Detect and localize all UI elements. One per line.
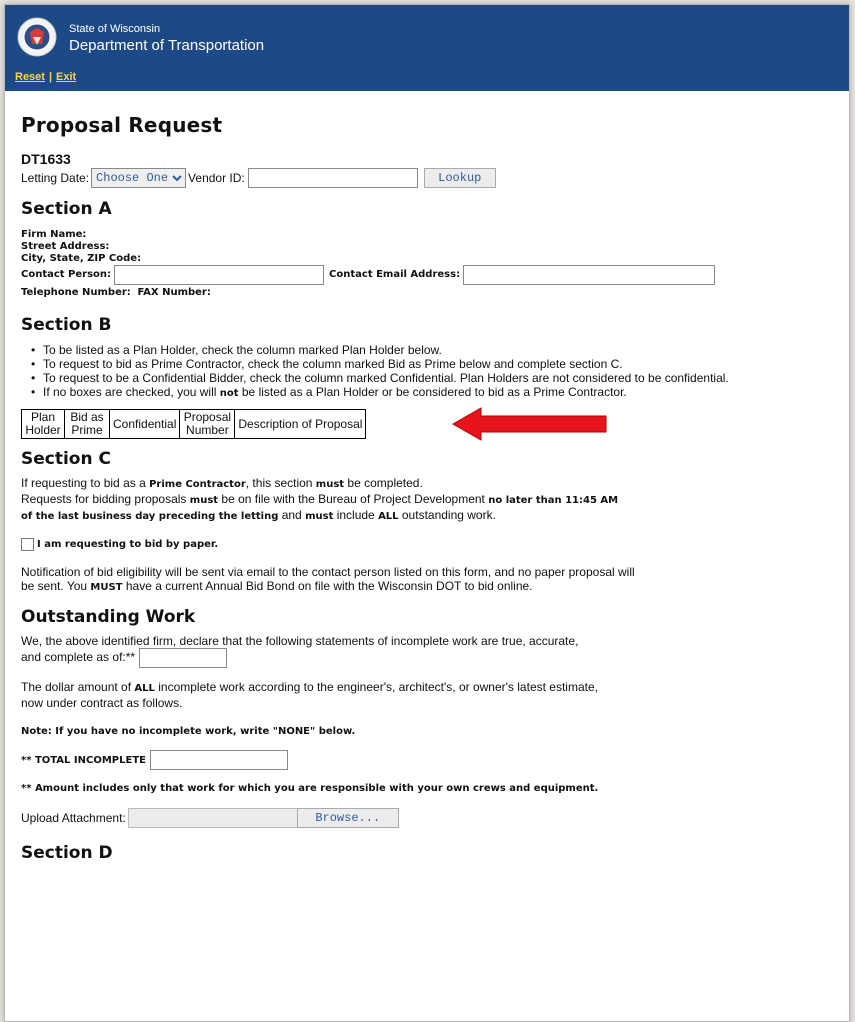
vendor-id-label: Vendor ID: bbox=[188, 171, 245, 185]
instruction-text: be listed as a Plan Holder or be conside… bbox=[238, 385, 627, 399]
col-proposal-number: Proposal Number bbox=[179, 409, 236, 439]
text-span: be completed. bbox=[344, 476, 423, 490]
text-span: be on file with the Bureau of Project De… bbox=[218, 492, 489, 506]
phone-fax-row: Telephone Number: FAX Number: bbox=[21, 285, 849, 299]
text-emphasis: Prime Contractor bbox=[149, 479, 246, 490]
section-d-title: Section D bbox=[21, 843, 113, 863]
browser-window: State of Wisconsin Department of Transpo… bbox=[4, 4, 850, 1022]
upload-row: Upload Attachment: Browse... bbox=[21, 808, 849, 828]
section-b-instructions: To be listed as a Plan Holder, check the… bbox=[21, 343, 849, 401]
paper-bid-checkbox[interactable] bbox=[21, 538, 34, 551]
text-span: now under contract as follows. bbox=[21, 696, 183, 710]
text-span: be sent. You bbox=[21, 579, 91, 593]
form-id: DT1633 bbox=[21, 151, 71, 167]
text-span: outstanding work. bbox=[398, 508, 496, 522]
paper-bid-label: I am requesting to bid by paper. bbox=[37, 539, 219, 550]
text-emphasis: ALL bbox=[134, 683, 155, 694]
fax-label: FAX Number: bbox=[137, 287, 211, 298]
text-span: If requesting to bid as a bbox=[21, 476, 150, 490]
contact-email-input[interactable] bbox=[463, 265, 716, 285]
total-incomplete-label: ** TOTAL INCOMPLETE bbox=[21, 754, 146, 766]
section-a-title: Section A bbox=[21, 199, 112, 219]
as-of-date-input[interactable] bbox=[139, 648, 228, 668]
contact-person-label: Contact Person: bbox=[21, 269, 112, 280]
section-c-intro: If requesting to bid as a Prime Contract… bbox=[21, 476, 849, 524]
text-span: have a current Annual Bid Bond on file w… bbox=[122, 579, 533, 593]
section-b-title: Section B bbox=[21, 315, 112, 335]
instruction-item: If no boxes are checked, you will not be… bbox=[31, 385, 849, 401]
firm-name-label: Firm Name: bbox=[21, 229, 87, 240]
exit-link[interactable]: Exit bbox=[56, 71, 76, 83]
eligibility-notice: Notification of bid eligibility will be … bbox=[21, 565, 849, 595]
amount-note: ** Amount includes only that work for wh… bbox=[21, 783, 599, 794]
none-note: Note: If you have no incomplete work, wr… bbox=[21, 726, 356, 737]
text-span: , this section bbox=[245, 476, 316, 490]
street-address-label: Street Address: bbox=[21, 241, 110, 252]
col-bid-as-prime: Bid as Prime bbox=[64, 409, 110, 439]
browse-button[interactable]: Browse... bbox=[296, 808, 399, 828]
text-emphasis: must bbox=[315, 479, 345, 490]
instruction-text: If no boxes are checked, you will bbox=[43, 385, 220, 399]
upload-label: Upload Attachment: bbox=[21, 811, 126, 825]
page-title: Proposal Request bbox=[21, 113, 223, 137]
nav-separator: | bbox=[48, 71, 53, 83]
instruction-item: To be listed as a Plan Holder, check the… bbox=[31, 343, 849, 357]
table-header-row: Plan Holder Bid as Prime Confidential Pr… bbox=[21, 409, 367, 439]
text-emphasis: of the last business day preceding the l… bbox=[21, 511, 279, 522]
section-c-title: Section C bbox=[21, 449, 111, 469]
plan-table-area: Plan Holder Bid as Prime Confidential Pr… bbox=[21, 407, 849, 441]
letting-date-select[interactable]: Choose One bbox=[91, 168, 187, 188]
instruction-item: To request to be a Confidential Bidder, … bbox=[31, 371, 849, 385]
dollar-amount-text: The dollar amount of ALL incomplete work… bbox=[21, 680, 849, 710]
wisconsin-dot-seal-icon bbox=[17, 17, 57, 57]
text-span: and complete as of:** bbox=[21, 650, 136, 665]
upload-filename-field[interactable] bbox=[127, 808, 298, 828]
red-arrow-icon bbox=[451, 407, 607, 441]
text-span: incomplete work according to the enginee… bbox=[154, 680, 598, 694]
text-emphasis: ALL bbox=[378, 511, 399, 522]
text-emphasis: must bbox=[189, 495, 219, 506]
city-state-zip-label: City, State, ZIP Code: bbox=[21, 253, 142, 264]
outstanding-work-title: Outstanding Work bbox=[21, 607, 196, 627]
text-emphasis: no later than 11:45 AM bbox=[488, 495, 619, 506]
contact-row: Contact Person: Contact Email Address: bbox=[21, 265, 849, 285]
reset-link[interactable]: Reset bbox=[15, 71, 45, 83]
letting-row: Letting Date: Choose One Vendor ID: Look… bbox=[21, 168, 849, 188]
form-content: Proposal Request DT1633 Letting Date: Ch… bbox=[5, 113, 849, 863]
instruction-item: To request to bid as Prime Contractor, c… bbox=[31, 357, 849, 371]
text-span: We, the above identified firm, declare t… bbox=[21, 634, 579, 648]
text-emphasis: MUST bbox=[90, 582, 123, 593]
col-description: Description of Proposal bbox=[234, 409, 367, 439]
proposal-table: Plan Holder Bid as Prime Confidential Pr… bbox=[21, 409, 367, 439]
lookup-button[interactable]: Lookup bbox=[423, 168, 496, 188]
paper-bid-row: I am requesting to bid by paper. bbox=[21, 538, 849, 551]
agency-department-label: Department of Transportation bbox=[69, 37, 265, 54]
text-span: and bbox=[278, 508, 306, 522]
text-span: include bbox=[333, 508, 379, 522]
col-confidential: Confidential bbox=[108, 409, 181, 439]
vendor-id-input[interactable] bbox=[247, 168, 418, 188]
agency-state-label: State of Wisconsin bbox=[69, 23, 161, 35]
col-plan-holder: Plan Holder bbox=[21, 409, 65, 439]
declaration-text: We, the above identified firm, declare t… bbox=[21, 634, 849, 668]
header-banner: State of Wisconsin Department of Transpo… bbox=[5, 5, 849, 91]
header-nav: Reset | Exit bbox=[15, 71, 76, 83]
contact-person-input[interactable] bbox=[114, 265, 325, 285]
contact-email-label: Contact Email Address: bbox=[329, 269, 461, 280]
total-incomplete-input[interactable] bbox=[149, 750, 288, 770]
text-span: Notification of bid eligibility will be … bbox=[21, 565, 635, 579]
text-span: The dollar amount of bbox=[21, 680, 135, 694]
section-a-fields: Firm Name: Street Address: City, State, … bbox=[21, 229, 849, 299]
text-span: Requests for bidding proposals bbox=[21, 492, 190, 506]
letting-date-label: Letting Date: bbox=[21, 171, 90, 185]
text-emphasis: must bbox=[305, 511, 334, 522]
instruction-emphasis: not bbox=[219, 388, 239, 399]
telephone-label: Telephone Number: bbox=[21, 287, 131, 298]
total-incomplete-row: ** TOTAL INCOMPLETE bbox=[21, 750, 849, 770]
